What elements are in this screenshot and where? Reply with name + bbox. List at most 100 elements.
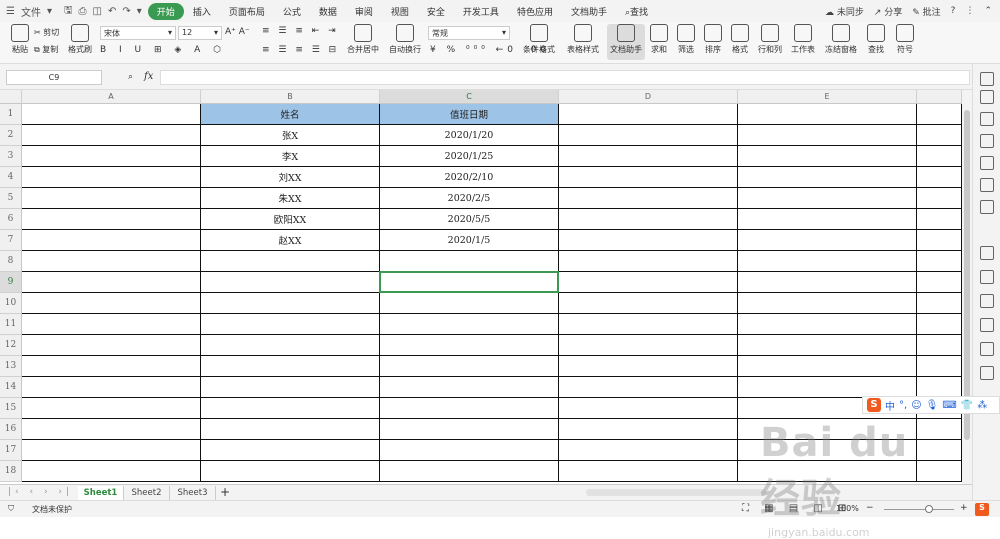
row-header-10[interactable]: 10 [0, 293, 22, 314]
print-icon[interactable]: ⎙ [79, 6, 87, 17]
merge-center-button[interactable]: 合并居中 [343, 24, 383, 55]
column-header-d[interactable]: D [559, 90, 738, 104]
filter-button[interactable]: 筛选 [673, 24, 699, 55]
cell[interactable] [738, 251, 917, 272]
sync-button[interactable]: ☁ 未同步 [825, 5, 864, 18]
cell[interactable] [380, 419, 559, 440]
redo-icon[interactable]: ↷ [122, 6, 130, 17]
cell[interactable] [917, 188, 962, 209]
row-col-button[interactable]: 行和列 [755, 24, 785, 55]
cell[interactable] [201, 377, 380, 398]
cell[interactable] [22, 314, 201, 335]
cell[interactable] [738, 188, 917, 209]
table-data-cell[interactable]: 欧阳XX [201, 209, 380, 230]
table-data-cell[interactable]: 2020/1/25 [380, 146, 559, 167]
cell[interactable] [917, 146, 962, 167]
column-header-b[interactable]: B [201, 90, 380, 104]
column-header-a[interactable]: A [22, 90, 201, 104]
cell[interactable] [380, 293, 559, 314]
cell[interactable] [738, 314, 917, 335]
paste-button[interactable]: 粘贴 [2, 24, 38, 55]
cell[interactable] [738, 293, 917, 314]
tab-home[interactable]: 开始 [147, 2, 184, 20]
save-icon[interactable]: 🖫 [64, 3, 73, 20]
table-data-cell[interactable]: 刘XX [201, 167, 380, 188]
vertical-scrollbar[interactable] [962, 90, 972, 484]
zoom-value[interactable]: 100% [836, 504, 859, 513]
cell[interactable] [559, 440, 738, 461]
sheet-nav-buttons[interactable]: |‹ ‹ › ›| [8, 487, 73, 497]
cell[interactable] [22, 398, 201, 419]
table-data-cell[interactable]: 2020/1/5 [380, 230, 559, 251]
tab-security[interactable]: 安全 [418, 5, 454, 18]
table-data-cell[interactable]: 赵XX [201, 230, 380, 251]
column-header-c[interactable]: C [380, 90, 559, 104]
sheet-tab-3[interactable]: Sheet3 [170, 486, 216, 500]
add-sheet-icon[interactable]: + [220, 485, 230, 499]
cell[interactable] [380, 251, 559, 272]
cell[interactable] [201, 335, 380, 356]
cell[interactable] [738, 419, 917, 440]
table-data-cell[interactable]: 2020/1/20 [380, 125, 559, 146]
doc-assistant-button[interactable]: 文档助手 [607, 24, 645, 60]
table-header-cell[interactable]: 值班日期 [380, 104, 559, 125]
cell[interactable] [738, 167, 917, 188]
list-icon[interactable] [980, 366, 994, 380]
cell[interactable] [917, 209, 962, 230]
cell[interactable] [738, 230, 917, 251]
align-buttons[interactable]: ≡ ☰ ≡ ☰ ⊟ [262, 45, 339, 55]
cell[interactable] [917, 461, 962, 482]
cell[interactable] [559, 125, 738, 146]
cell[interactable] [559, 293, 738, 314]
cell[interactable] [738, 440, 917, 461]
shield-icon[interactable] [980, 342, 994, 356]
cell[interactable] [201, 251, 380, 272]
spreadsheet-grid[interactable]: A B C D E 1 姓名 值班日期 2 张X 2020/1/20 3 李X 2020/1/25 4 刘XX… [0, 90, 962, 484]
brush-icon[interactable] [980, 246, 994, 260]
cell[interactable] [380, 440, 559, 461]
zoom-in-icon[interactable]: + [960, 503, 968, 513]
cell[interactable] [22, 188, 201, 209]
row-header-17[interactable]: 17 [0, 440, 22, 461]
table-data-cell[interactable]: 朱XX [201, 188, 380, 209]
cell[interactable] [201, 314, 380, 335]
cell[interactable] [559, 461, 738, 482]
cell[interactable] [22, 251, 201, 272]
format-painter-button[interactable]: 格式刷 [62, 24, 98, 55]
cell[interactable] [917, 167, 962, 188]
wrap-text-button[interactable]: 自动换行 [386, 24, 424, 55]
conditional-format-button[interactable]: 条件格式 [518, 24, 560, 55]
row-header-4[interactable]: 4 [0, 167, 22, 188]
cell[interactable] [559, 251, 738, 272]
cell[interactable] [917, 251, 962, 272]
sheet-icon[interactable] [980, 134, 994, 148]
sheet-tab-1[interactable]: Sheet1 [78, 486, 124, 500]
stamp-icon[interactable] [980, 294, 994, 308]
cell[interactable] [917, 335, 962, 356]
cell[interactable] [559, 377, 738, 398]
cell[interactable] [917, 419, 962, 440]
font-grow-button[interactable]: A⁺ A⁻ [225, 27, 250, 37]
tab-doc-assistant[interactable]: 文档助手 [562, 5, 616, 18]
tab-data[interactable]: 数据 [310, 5, 346, 18]
emoji-icon[interactable]: ☺ [911, 400, 921, 411]
collapse-icon[interactable]: ⌃ [984, 6, 992, 16]
cell[interactable] [22, 272, 201, 293]
cell[interactable] [559, 419, 738, 440]
table-header-cell[interactable]: 姓名 [201, 104, 380, 125]
cell[interactable] [559, 335, 738, 356]
ime-mode-label[interactable]: 中 [885, 398, 895, 413]
cell[interactable] [22, 461, 201, 482]
cell[interactable] [22, 419, 201, 440]
row-header-6[interactable]: 6 [0, 209, 22, 230]
more-icon[interactable]: ▾ [137, 6, 142, 17]
row-header-3[interactable]: 3 [0, 146, 22, 167]
tab-insert[interactable]: 插入 [184, 5, 220, 18]
cut-button[interactable]: ✂ 剪切 [34, 27, 59, 38]
cell[interactable] [738, 461, 917, 482]
tab-review[interactable]: 审阅 [346, 5, 382, 18]
find-button[interactable]: 查找 [862, 24, 890, 55]
mic-icon[interactable]: 🎙 [926, 400, 939, 411]
cell[interactable] [738, 104, 917, 125]
cell[interactable] [559, 398, 738, 419]
